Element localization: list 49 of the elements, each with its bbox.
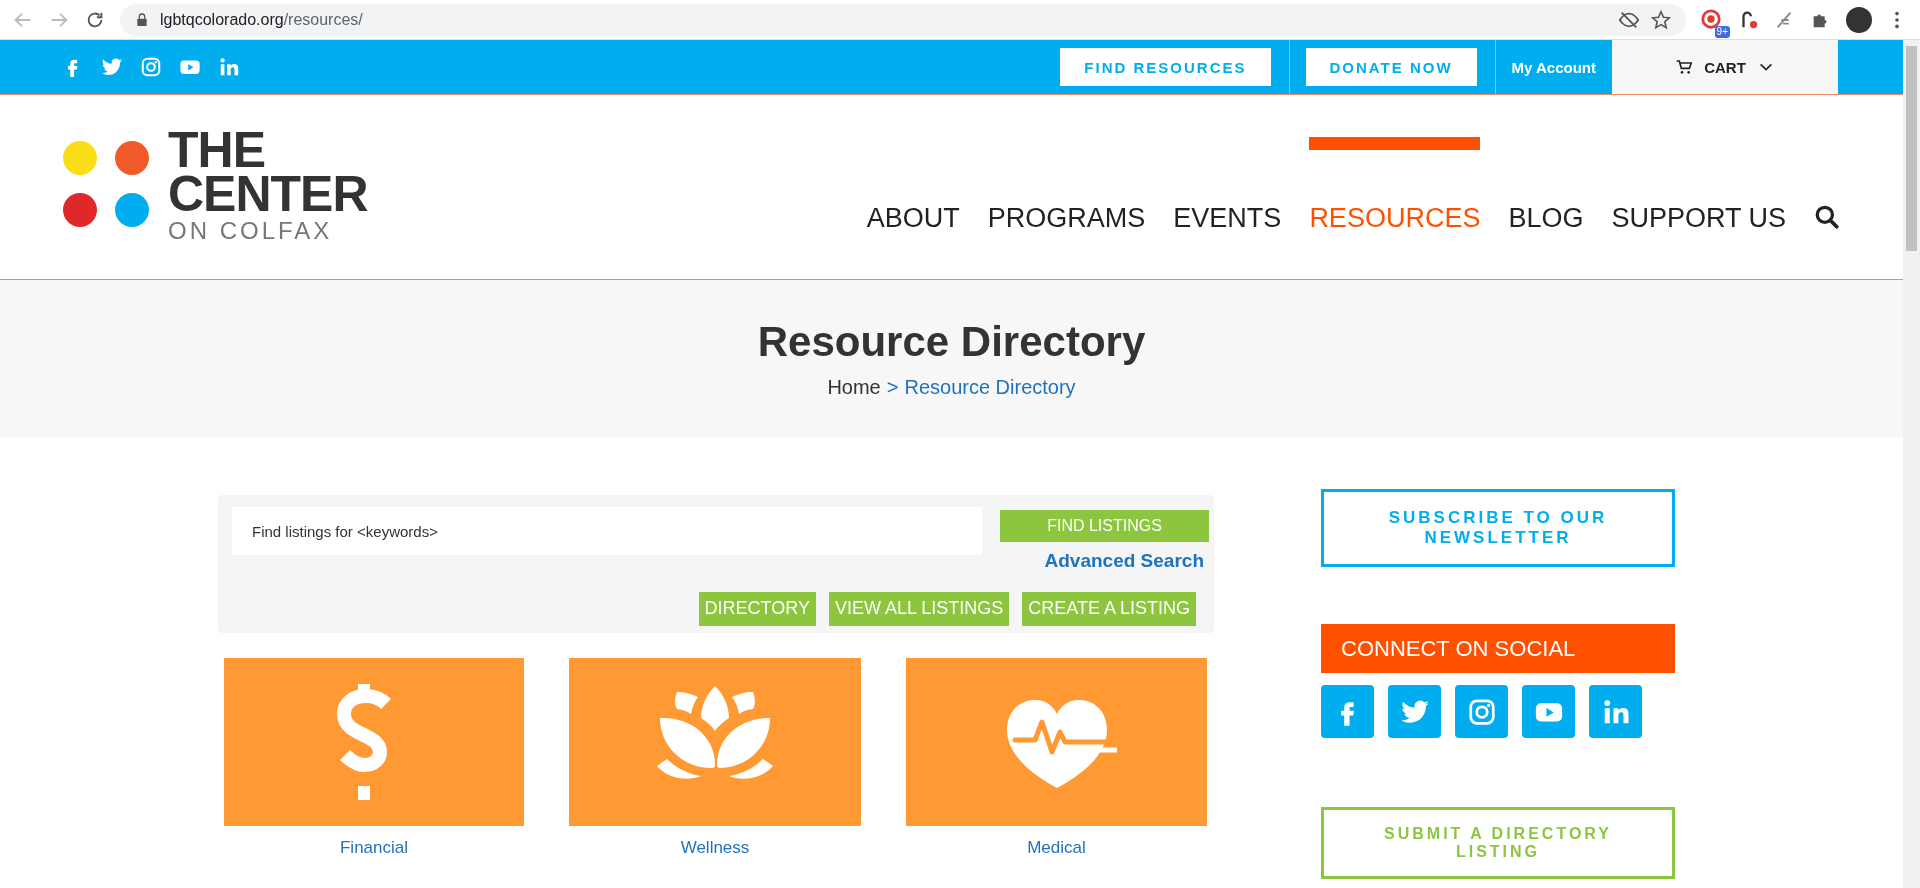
twitter-icon[interactable] xyxy=(101,56,123,78)
nav-link[interactable]: ABOUT xyxy=(866,202,960,234)
lotus-icon xyxy=(657,686,773,779)
connect-heading: CONNECT ON SOCIAL xyxy=(1321,624,1675,673)
cart-button[interactable]: CART xyxy=(1612,40,1838,94)
star-icon[interactable] xyxy=(1650,8,1672,31)
category-link[interactable]: Financial xyxy=(339,838,408,858)
instagram-icon xyxy=(1466,696,1497,727)
dollar-icon xyxy=(337,684,391,800)
logo-subtitle: ON COLFAX xyxy=(168,216,334,246)
youtube-button[interactable] xyxy=(1522,685,1575,738)
subscribe-button[interactable]: SUBSCRIBE TO OUR NEWSLETTER xyxy=(1321,489,1675,567)
url-path: /resources/ xyxy=(283,10,363,29)
logo-text: CENTER xyxy=(168,172,368,216)
linkedin-icon[interactable] xyxy=(218,56,240,78)
search-field[interactable]: Find listings for <keywords> xyxy=(232,507,982,555)
breadcrumb-link[interactable]: Home xyxy=(827,376,881,399)
profile-avatar[interactable] xyxy=(1846,6,1872,33)
advanced-search-link[interactable]: Advanced Search xyxy=(1044,550,1204,572)
nav-link[interactable]: SUPPORT US xyxy=(1611,202,1786,234)
extension-badge: 9+ xyxy=(1714,25,1730,38)
category-tile[interactable] xyxy=(224,658,524,826)
lock-icon xyxy=(134,11,150,28)
cart-icon xyxy=(1676,59,1693,75)
logo-text: THE xyxy=(168,128,265,172)
breadcrumb-separator: > xyxy=(886,376,899,399)
category-link[interactable]: Medical xyxy=(1027,838,1086,858)
scrollbar-thumb[interactable] xyxy=(1906,46,1917,251)
find-resources-button[interactable]: FIND RESOURCES xyxy=(1060,48,1271,86)
linkedin-button[interactable] xyxy=(1589,685,1642,738)
account-link[interactable]: My Account xyxy=(1511,58,1610,76)
breadcrumb-current[interactable]: Resource Directory xyxy=(904,376,1076,399)
page-title: Resource Directory xyxy=(757,318,1146,366)
nav-link[interactable]: EVENTS xyxy=(1173,202,1282,234)
instagram-button[interactable] xyxy=(1455,685,1508,738)
nav-link[interactable]: BLOG xyxy=(1508,202,1584,234)
search-icon[interactable] xyxy=(1814,203,1840,230)
heart-pulse-icon xyxy=(1006,700,1117,788)
instagram-icon[interactable] xyxy=(140,56,162,78)
category-tile[interactable] xyxy=(906,658,1207,826)
address-bar[interactable]: lgbtqcolorado.org/resources/ xyxy=(120,3,1686,36)
nav-link[interactable]: RESOURCES xyxy=(1309,136,1481,234)
twitter-button[interactable] xyxy=(1388,685,1441,738)
url-host: lgbtqcolorado.org xyxy=(160,10,284,29)
category-link[interactable]: Wellness xyxy=(680,838,750,858)
facebook-button[interactable] xyxy=(1321,685,1374,738)
donate-button[interactable]: DONATE NOW xyxy=(1305,48,1477,86)
nav-link[interactable]: PROGRAMS xyxy=(987,202,1146,234)
category-tile[interactable] xyxy=(569,658,861,826)
